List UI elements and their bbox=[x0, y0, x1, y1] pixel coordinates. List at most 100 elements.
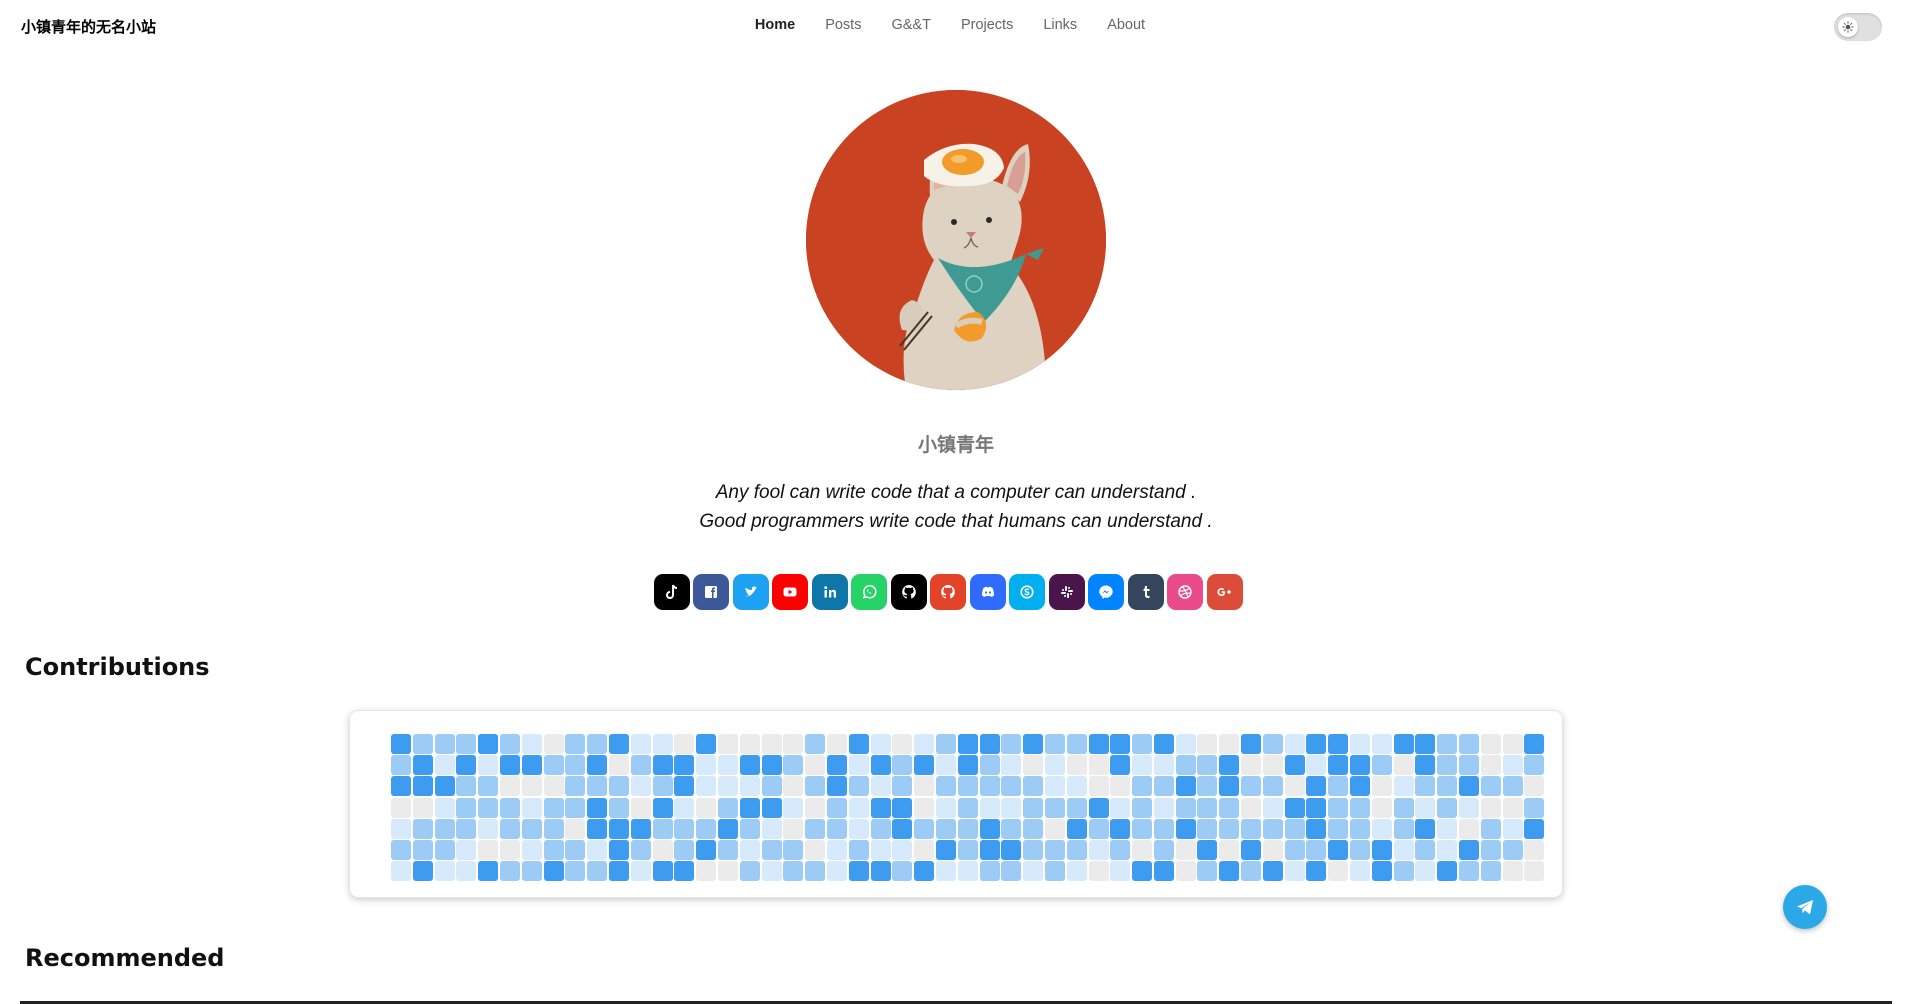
contribution-cell bbox=[674, 839, 695, 860]
messenger-link[interactable] bbox=[1088, 574, 1124, 610]
contribution-cell bbox=[565, 776, 586, 797]
contribution-cell bbox=[761, 861, 782, 882]
google-plus-link[interactable] bbox=[1206, 574, 1243, 610]
contribution-cell bbox=[1066, 776, 1087, 797]
contribution-cell bbox=[1110, 839, 1131, 860]
contribution-cell bbox=[979, 797, 1000, 818]
telegram-button[interactable] bbox=[1783, 885, 1827, 929]
contribution-cell bbox=[1153, 818, 1174, 839]
nav-links[interactable]: Links bbox=[1043, 17, 1077, 37]
gitlab-link[interactable] bbox=[930, 574, 966, 610]
nav-gandt[interactable]: G&&T bbox=[891, 17, 930, 37]
twitter-link[interactable] bbox=[732, 574, 769, 610]
contribution-cell bbox=[717, 818, 738, 839]
contribution-cell bbox=[521, 861, 542, 882]
whatsapp-link[interactable] bbox=[851, 574, 887, 610]
contribution-cell bbox=[608, 797, 629, 818]
nav-posts[interactable]: Posts bbox=[825, 17, 861, 37]
contribution-cell bbox=[1524, 839, 1545, 860]
contribution-cell bbox=[543, 734, 564, 754]
contribution-cell bbox=[1480, 734, 1501, 754]
contribution-cell bbox=[478, 797, 499, 818]
contribution-cell bbox=[1415, 797, 1436, 818]
contribution-cell bbox=[1241, 755, 1262, 776]
contribution-cell bbox=[587, 776, 608, 797]
discord-icon bbox=[981, 586, 994, 597]
contribution-cell bbox=[1371, 818, 1392, 839]
contribution-cell bbox=[412, 755, 433, 776]
contribution-cell bbox=[783, 734, 804, 754]
youtube-link[interactable] bbox=[772, 574, 808, 610]
contribution-cell bbox=[1066, 797, 1087, 818]
contribution-cell bbox=[1110, 818, 1131, 839]
skype-link[interactable] bbox=[1009, 574, 1045, 610]
contribution-cell bbox=[826, 797, 847, 818]
contribution-cell bbox=[783, 755, 804, 776]
facebook-link[interactable] bbox=[693, 574, 729, 610]
contribution-cell bbox=[1393, 776, 1414, 797]
dribbble-link[interactable] bbox=[1167, 574, 1203, 610]
contribution-cell bbox=[543, 755, 564, 776]
contribution-cell bbox=[1328, 776, 1349, 797]
contribution-cell bbox=[979, 734, 1000, 754]
contribution-cell bbox=[1480, 818, 1501, 839]
contribution-cell bbox=[1284, 755, 1305, 776]
contribution-cell bbox=[543, 861, 564, 882]
contribution-cell bbox=[870, 797, 891, 818]
contribution-cell bbox=[652, 776, 673, 797]
contribution-cell bbox=[1197, 734, 1218, 754]
github-link[interactable] bbox=[890, 574, 927, 610]
slack-icon bbox=[1060, 586, 1073, 598]
contribution-cell bbox=[1110, 861, 1131, 882]
contribution-cell bbox=[1175, 734, 1196, 754]
contribution-cell bbox=[805, 755, 826, 776]
contribution-cell bbox=[761, 776, 782, 797]
nav-projects[interactable]: Projects bbox=[961, 17, 1013, 37]
contribution-cell bbox=[783, 818, 804, 839]
contribution-cell bbox=[1371, 797, 1392, 818]
contribution-cell bbox=[1001, 818, 1022, 839]
contribution-cell bbox=[478, 861, 499, 882]
slack-link[interactable] bbox=[1048, 574, 1085, 610]
tiktok-link[interactable] bbox=[653, 574, 690, 610]
contribution-cell bbox=[761, 755, 782, 776]
contribution-cell bbox=[1328, 818, 1349, 839]
contribution-cell bbox=[1306, 755, 1327, 776]
theme-toggle[interactable] bbox=[1834, 13, 1882, 41]
contribution-cell bbox=[478, 776, 499, 797]
contribution-cell bbox=[456, 776, 477, 797]
tumblr-link[interactable] bbox=[1127, 574, 1164, 610]
contribution-cell bbox=[499, 797, 520, 818]
contribution-cell bbox=[565, 839, 586, 860]
contribution-cell bbox=[696, 818, 717, 839]
contribution-cell bbox=[521, 734, 542, 754]
discord-link[interactable] bbox=[969, 574, 1006, 610]
contribution-cell bbox=[587, 755, 608, 776]
contribution-cell bbox=[1502, 776, 1523, 797]
contribution-cell bbox=[1001, 861, 1022, 882]
contribution-cell bbox=[848, 776, 869, 797]
contribution-cell bbox=[1306, 797, 1327, 818]
linkedin-link[interactable] bbox=[811, 574, 848, 610]
contribution-cell bbox=[870, 861, 891, 882]
nav-home[interactable]: Home bbox=[755, 17, 795, 37]
contribution-cell bbox=[1153, 839, 1174, 860]
contribution-cell bbox=[1371, 734, 1392, 754]
nav-about[interactable]: About bbox=[1107, 17, 1145, 37]
contribution-cell bbox=[1197, 797, 1218, 818]
contribution-cell bbox=[412, 797, 433, 818]
contribution-cell bbox=[412, 776, 433, 797]
contribution-cell bbox=[1088, 755, 1109, 776]
contribution-cell bbox=[1437, 797, 1458, 818]
contribution-cell bbox=[1023, 776, 1044, 797]
contribution-cell bbox=[1328, 797, 1349, 818]
contribution-cell bbox=[1219, 861, 1240, 882]
contribution-cell bbox=[1459, 755, 1480, 776]
google-plus-icon bbox=[1216, 588, 1231, 597]
contribution-cell bbox=[739, 839, 760, 860]
contribution-cell bbox=[630, 839, 651, 860]
contribution-cell bbox=[1066, 755, 1087, 776]
contribution-cell bbox=[587, 861, 608, 882]
contribution-cell bbox=[608, 755, 629, 776]
contribution-cell bbox=[1328, 734, 1349, 754]
